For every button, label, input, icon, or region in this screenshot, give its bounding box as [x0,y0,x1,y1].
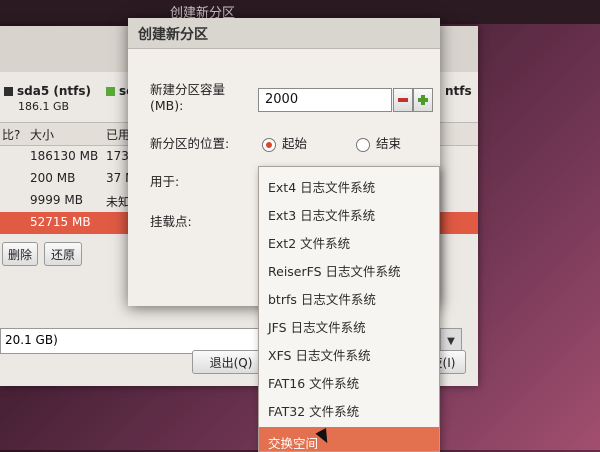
menu-item-label: 交换空间 [268,436,319,451]
dialog-titlebar[interactable]: 创建新分区 [128,18,440,49]
size-input-value: 2000 [265,92,299,107]
menu-item-label: Ext2 文件系统 [268,236,351,251]
position-start-label[interactable]: 起始 [282,136,307,152]
dialog-title: 创建新分区 [138,27,208,43]
partition-sda5[interactable]: sda5 (ntfs) [4,84,91,98]
use-label: 用于: [150,174,180,189]
size-input[interactable]: 2000 [258,88,392,112]
row-size: 52715 MB [30,215,91,229]
menu-item-ext2[interactable]: Ext2 文件系统 [259,227,439,255]
menu-item-label: Ext3 日志文件系统 [268,208,376,223]
filesystem-dropdown-menu: Ext4 日志文件系统 Ext3 日志文件系统 Ext2 文件系统 Reiser… [258,166,440,452]
position-end-label[interactable]: 结束 [376,136,401,152]
increment-button[interactable] [413,88,433,112]
menu-item-reiserfs[interactable]: ReiserFS 日志文件系统 [259,255,439,283]
mount-point-label: 挂载点: [150,214,192,229]
row-size: 186130 MB [30,149,99,163]
partition-third[interactable]: ntfs [445,84,472,98]
column-header-used[interactable]: 已用 [106,126,130,143]
menu-item-ext4[interactable]: Ext4 日志文件系统 [259,171,439,199]
menu-item-xfs[interactable]: XFS 日志文件系统 [259,339,439,367]
menu-item-label: XFS 日志文件系统 [268,348,371,363]
column-header[interactable]: 比? [2,126,20,143]
menu-item-swap[interactable]: 交换空间 [259,427,439,451]
menu-item-label: FAT16 文件系统 [268,376,360,391]
menu-item-fat32[interactable]: FAT32 文件系统 [259,395,439,423]
menu-item-ext3[interactable]: Ext3 日志文件系统 [259,199,439,227]
position-end-radio[interactable] [356,138,370,152]
row-used: 未知 [106,195,131,209]
decrement-button[interactable] [393,88,413,112]
row-size: 200 MB [30,171,76,185]
position-start-radio[interactable] [262,138,276,152]
device-selector-value: 20.1 GB) [5,333,58,347]
menu-item-label: Ext4 日志文件系统 [268,180,376,195]
menu-item-label: FAT32 文件系统 [268,404,360,419]
menu-item-label: btrfs 日志文件系统 [268,292,376,307]
minus-icon [398,98,408,102]
plus-icon [418,95,428,105]
menu-item-btrfs[interactable]: btrfs 日志文件系统 [259,283,439,311]
partition-sda5-size: 186.1 GB [18,100,70,113]
row-size: 9999 MB [30,193,83,207]
column-header-size[interactable]: 大小 [30,126,54,143]
menu-item-jfs[interactable]: JFS 日志文件系统 [259,311,439,339]
position-label: 新分区的位置: [150,136,230,151]
menu-item-label: ReiserFS 日志文件系统 [268,264,401,279]
size-label: 新建分区容量 (MB): [150,82,226,113]
menu-item-fat16[interactable]: FAT16 文件系统 [259,367,439,395]
partition-color-square [106,87,115,96]
row-used: 173 [106,149,129,163]
restore-button[interactable]: 还原 [44,242,82,266]
menu-item-label: JFS 日志文件系统 [268,320,366,335]
delete-button[interactable]: 删除 [2,242,38,266]
partition-color-square [4,87,13,96]
